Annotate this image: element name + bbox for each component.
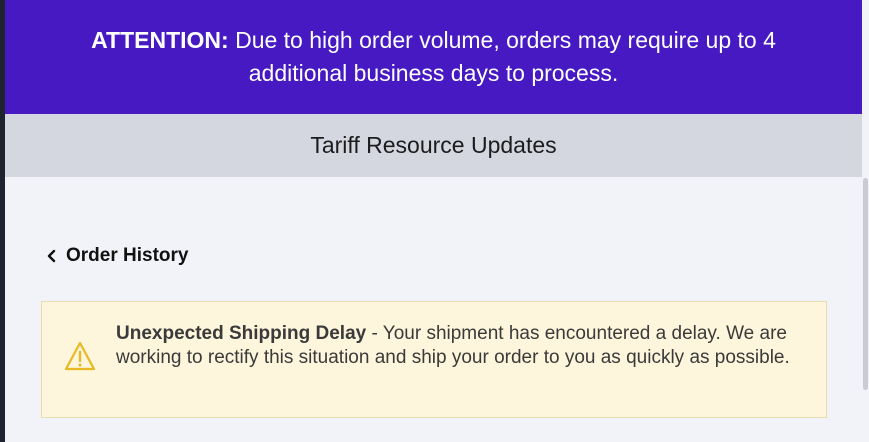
tariff-label: Tariff Resource Updates [310, 132, 557, 158]
chevron-left-icon [47, 249, 56, 263]
alert-message: Unexpected Shipping Delay - Your shipmen… [116, 322, 816, 370]
alert-title: Unexpected Shipping Delay [116, 323, 367, 344]
attention-message: ATTENTION: Due to high order volume, ord… [54, 24, 814, 90]
back-to-order-history-link[interactable]: Order History [46, 245, 188, 267]
warning-triangle-icon [64, 341, 96, 371]
shipping-delay-alert: Unexpected Shipping Delay - Your shipmen… [41, 301, 827, 418]
back-link-label: Order History [66, 245, 189, 266]
scrollbar-thumb[interactable] [863, 178, 868, 390]
attention-text: Due to high order volume, orders may req… [228, 27, 776, 86]
page: ATTENTION: Due to high order volume, ord… [0, 0, 869, 442]
scrollbar[interactable] [862, 0, 869, 442]
attention-banner: ATTENTION: Due to high order volume, ord… [5, 0, 862, 114]
tariff-resource-updates-link[interactable]: Tariff Resource Updates [5, 114, 862, 177]
attention-label: ATTENTION: [91, 27, 229, 53]
